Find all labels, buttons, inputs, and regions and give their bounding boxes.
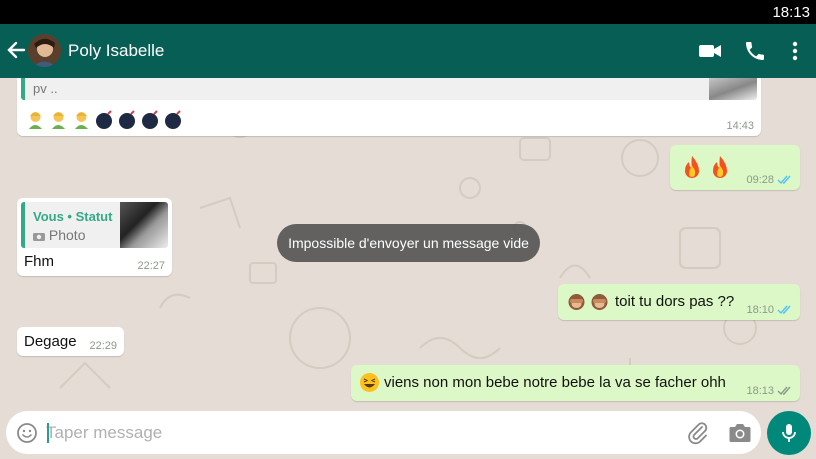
fire-emoji-icon bbox=[713, 156, 727, 178]
attachment-icon[interactable] bbox=[686, 421, 710, 445]
grinning-squinting-emoji-icon bbox=[360, 373, 379, 392]
toast-notification: Impossible d'envoyer un message vide bbox=[277, 224, 540, 262]
message-text: Degage bbox=[24, 333, 77, 350]
read-receipt-icon bbox=[777, 305, 791, 315]
person-emoji-icon bbox=[52, 112, 65, 129]
quoted-status[interactable]: Vous • Statut Photo bbox=[21, 202, 168, 248]
emoji-row bbox=[679, 154, 733, 180]
quoted-status-title: Vous • Statut bbox=[33, 209, 113, 224]
back-arrow-icon[interactable] bbox=[6, 39, 26, 61]
message-text: Fhm bbox=[24, 253, 54, 270]
bomb-emoji-icon bbox=[165, 110, 181, 129]
voice-record-button[interactable] bbox=[767, 411, 811, 455]
emoji-row bbox=[566, 291, 610, 312]
delivered-receipt-icon bbox=[777, 386, 791, 396]
fire-emoji-icon bbox=[685, 156, 699, 178]
camera-small-icon bbox=[33, 233, 45, 241]
video-call-icon[interactable] bbox=[698, 39, 722, 63]
quoted-thumbnail bbox=[709, 78, 757, 100]
message-text: viens non mon bebe notre bebe la va se f… bbox=[384, 374, 726, 391]
voice-call-icon[interactable] bbox=[743, 39, 767, 63]
status-thumbnail bbox=[120, 202, 168, 248]
chat-header: Poly Isabelle bbox=[0, 24, 816, 78]
emoji-picker-icon[interactable] bbox=[16, 422, 38, 444]
person-emoji-icon bbox=[29, 112, 42, 129]
quoted-preview-text: pv .. bbox=[33, 81, 58, 96]
quoted-reply[interactable]: pv .. bbox=[21, 78, 757, 100]
bomb-emoji-icon bbox=[96, 110, 112, 129]
message-outgoing[interactable]: toit tu dors pas ?? 18:10 bbox=[558, 284, 800, 320]
message-incoming[interactable]: pv .. 14:43 bbox=[17, 78, 761, 136]
message-input[interactable] bbox=[46, 419, 666, 447]
message-composer bbox=[6, 411, 761, 454]
status-time: 18:13 bbox=[772, 4, 810, 21]
see-no-evil-monkey-emoji-icon bbox=[591, 294, 608, 310]
microphone-icon bbox=[782, 424, 796, 442]
text-cursor bbox=[47, 423, 49, 443]
person-emoji-icon bbox=[75, 112, 88, 129]
bomb-emoji-icon bbox=[142, 110, 158, 129]
message-text: toit tu dors pas ?? bbox=[615, 293, 735, 310]
see-no-evil-monkey-emoji-icon bbox=[568, 294, 585, 310]
message-time: 22:29 bbox=[89, 340, 117, 352]
message-time: 18:13 bbox=[746, 385, 774, 397]
status-bar: 18:13 bbox=[0, 0, 816, 24]
emoji-row bbox=[25, 109, 184, 130]
message-incoming[interactable]: Vous • Statut Photo Fhm 22:27 bbox=[17, 198, 172, 276]
conversation-area[interactable]: pv .. 14:43 09:28 Vous • Statut Photo Fh… bbox=[0, 78, 816, 408]
message-time: 22:27 bbox=[137, 260, 165, 272]
message-time: 09:28 bbox=[746, 174, 774, 186]
message-time: 18:10 bbox=[746, 304, 774, 316]
quoted-status-subtitle: Photo bbox=[48, 227, 86, 243]
more-options-icon[interactable] bbox=[783, 39, 807, 63]
contact-name[interactable]: Poly Isabelle bbox=[68, 41, 164, 61]
contact-avatar[interactable] bbox=[28, 34, 61, 67]
bomb-emoji-icon bbox=[119, 110, 135, 129]
message-time: 14:43 bbox=[726, 120, 754, 132]
message-incoming[interactable]: Degage 22:29 bbox=[17, 327, 124, 356]
message-outgoing[interactable]: viens non mon bebe notre bebe la va se f… bbox=[351, 365, 800, 401]
read-receipt-icon bbox=[777, 175, 791, 185]
camera-icon[interactable] bbox=[728, 422, 752, 444]
message-outgoing[interactable]: 09:28 bbox=[670, 145, 800, 190]
